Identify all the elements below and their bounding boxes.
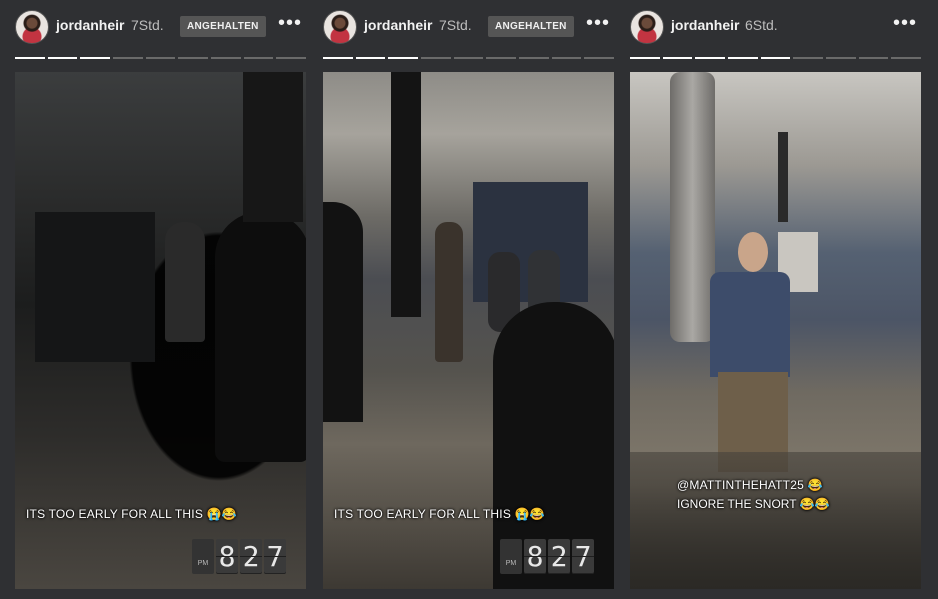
timestamp: 6Std. (745, 17, 778, 33)
story-caption-line-2: IGNORE THE SNORT 😂😂 (677, 497, 830, 511)
story-card-2[interactable]: jordanheir 7Std. ANGEHALTEN ••• ITS TOO … (323, 0, 615, 599)
person-shirt (710, 272, 790, 377)
clock-digit: 7 (264, 539, 286, 574)
progress-segment (826, 57, 856, 59)
progress-segment (858, 57, 889, 59)
progress-segment (355, 57, 386, 59)
progress-segment (891, 57, 922, 59)
pillar (243, 72, 303, 222)
progress-segment (421, 57, 451, 59)
story-progress-bar (323, 57, 615, 60)
paused-badge[interactable]: ANGEHALTEN (488, 16, 574, 37)
story-image[interactable]: @MATTINTHEHATT25 😂 IGNORE THE SNORT 😂😂 (630, 72, 921, 589)
floor-debris (630, 452, 921, 589)
clock-digit: 7 (572, 539, 594, 574)
more-options-icon[interactable]: ••• (893, 12, 917, 35)
clock-ampm: PM (500, 539, 522, 574)
progress-segment (243, 57, 274, 59)
person-silhouette (165, 222, 205, 342)
progress-segment (551, 57, 582, 59)
progress-segment (793, 57, 824, 59)
clock-ampm: PM (192, 539, 214, 574)
duct-pipe (670, 72, 715, 342)
story-progress-bar (630, 57, 922, 60)
clock-sticker: PM 8 2 7 (500, 539, 594, 574)
timestamp: 7Std. (439, 17, 472, 33)
story-image[interactable]: ITS TOO EARLY FOR ALL THIS 😭😂 PM 8 2 7 (323, 72, 614, 589)
more-options-icon[interactable]: ••• (278, 12, 302, 35)
progress-segment (276, 57, 307, 59)
progress-segment (662, 57, 693, 59)
story-progress-bar (15, 57, 307, 60)
story-header: jordanheir 7Std. ANGEHALTEN ••• (15, 10, 306, 44)
username[interactable]: jordanheir (364, 17, 432, 33)
progress-segment (728, 57, 758, 59)
progress-segment (584, 57, 615, 59)
avatar[interactable] (630, 10, 664, 44)
progress-segment (486, 57, 517, 59)
progress-segment (145, 57, 176, 59)
hanging-pipe (778, 132, 788, 222)
story-caption: ITS TOO EARLY FOR ALL THIS 😭😂 (26, 507, 237, 521)
progress-segment (47, 57, 78, 59)
progress-segment (113, 57, 143, 59)
clock-sticker: PM 8 2 7 (192, 539, 286, 574)
progress-segment (388, 57, 419, 59)
progress-segment (80, 57, 111, 59)
progress-segment (211, 57, 241, 59)
paused-badge[interactable]: ANGEHALTEN (180, 16, 266, 37)
avatar[interactable] (323, 10, 357, 44)
clock-digit: 8 (216, 539, 238, 574)
clock-digit: 2 (548, 539, 570, 574)
progress-segment (519, 57, 549, 59)
foreground-silhouette (323, 202, 363, 422)
story-card-3[interactable]: jordanheir 6Std. ••• @MATTINTHEHATT25 😂 … (630, 0, 922, 599)
story-caption-line-1: @MATTINTHEHATT25 😂 (677, 478, 823, 492)
story-header: jordanheir 6Std. ••• (630, 10, 921, 44)
light-stand-flag (391, 72, 421, 317)
story-header: jordanheir 7Std. ANGEHALTEN ••• (323, 10, 614, 44)
avatar[interactable] (15, 10, 49, 44)
progress-segment (695, 57, 726, 59)
timestamp: 7Std. (131, 17, 164, 33)
person-head (738, 232, 768, 272)
more-options-icon[interactable]: ••• (586, 12, 610, 35)
progress-segment (323, 57, 353, 59)
progress-segment (453, 57, 484, 59)
progress-segment (178, 57, 209, 59)
username[interactable]: jordanheir (56, 17, 124, 33)
person-silhouette (435, 222, 463, 362)
username[interactable]: jordanheir (671, 17, 739, 33)
foreground-silhouette (215, 212, 306, 462)
story-image[interactable]: ITS TOO EARLY FOR ALL THIS 😭😂 PM 8 2 7 (15, 72, 306, 589)
clock-digit: 8 (524, 539, 546, 574)
progress-segment (630, 57, 660, 59)
clock-digit: 2 (240, 539, 262, 574)
progress-segment (15, 57, 45, 59)
story-card-1[interactable]: jordanheir 7Std. ANGEHALTEN ••• ITS TOO … (15, 0, 307, 599)
story-caption: ITS TOO EARLY FOR ALL THIS 😭😂 (334, 507, 545, 521)
monitor-rig (35, 212, 155, 362)
progress-segment (760, 57, 791, 59)
